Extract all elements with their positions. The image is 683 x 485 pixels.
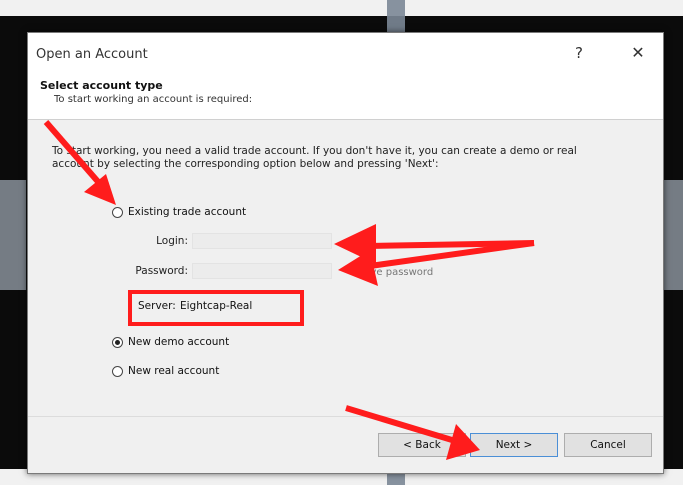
save-password-label[interactable]: Save password: [358, 267, 433, 278]
server-highlight-box: [128, 290, 304, 326]
open-account-dialog: Open an Account ? ✕ Select account type …: [27, 32, 664, 474]
radio-real-label: New real account: [128, 365, 220, 377]
background-top-band: [0, 0, 683, 16]
radio-existing-label: Existing trade account: [128, 206, 247, 218]
dialog-title: Open an Account: [36, 47, 148, 62]
login-label: Login:: [156, 235, 188, 247]
login-input[interactable]: [192, 233, 332, 249]
description-text: To start working, you need a valid trade…: [52, 145, 577, 170]
background-left-panel: [0, 180, 26, 290]
radio-demo-label: New demo account: [128, 336, 230, 348]
radio-existing-indicator[interactable]: [112, 206, 123, 218]
back-button[interactable]: < Back: [378, 433, 466, 457]
dialog-titlebar: Open an Account ? ✕: [28, 33, 663, 73]
password-input[interactable]: [192, 263, 332, 279]
close-icon[interactable]: ✕: [627, 42, 649, 64]
radio-real-account[interactable]: New real account: [112, 365, 219, 377]
radio-demo-account[interactable]: New demo account: [112, 336, 229, 348]
dialog-footer: < Back Next > Cancel: [28, 416, 663, 473]
radio-existing-account[interactable]: Existing trade account: [112, 206, 246, 218]
header-title: Select account type: [40, 79, 163, 92]
header-subtitle: To start working an account is required:: [54, 94, 253, 105]
password-label: Password:: [135, 265, 188, 277]
cancel-button[interactable]: Cancel: [564, 433, 652, 457]
next-button[interactable]: Next >: [470, 433, 558, 457]
radio-demo-indicator[interactable]: [112, 336, 123, 348]
wizard-header: Select account type To start working an …: [28, 73, 663, 120]
radio-real-indicator[interactable]: [112, 365, 123, 377]
help-icon[interactable]: ?: [569, 42, 589, 64]
